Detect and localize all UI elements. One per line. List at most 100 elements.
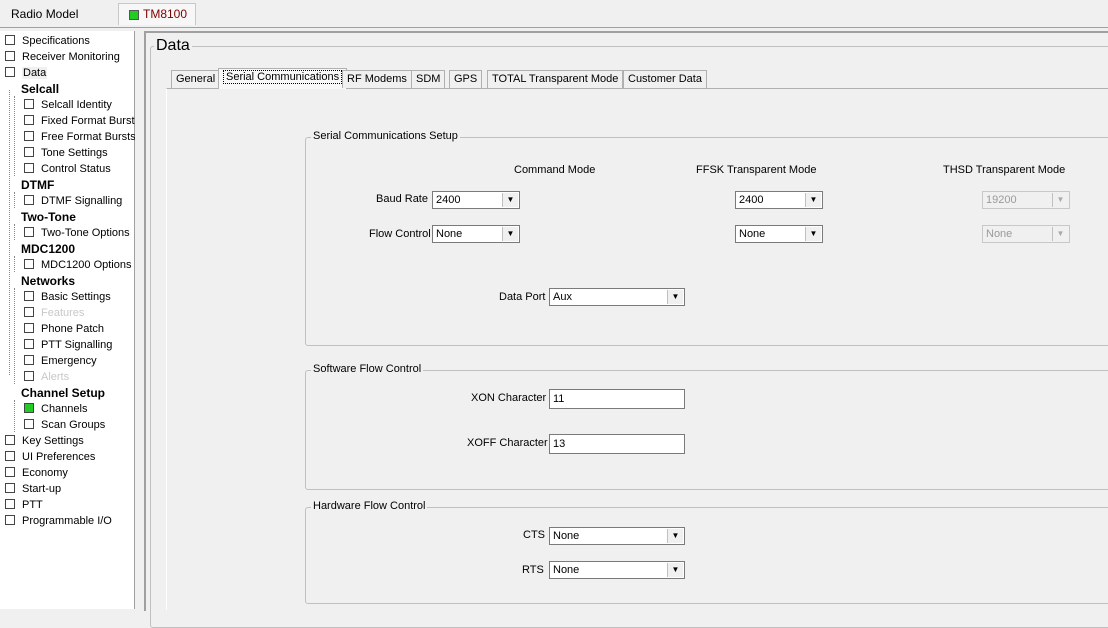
thsd-flow-control-select: None ▼ (982, 225, 1070, 243)
tree-item-mdc1200-options[interactable]: MDC1200 Options (24, 257, 132, 273)
label: Basic Settings (41, 291, 111, 303)
value: Aux (553, 291, 572, 303)
radio-tab-label: TM8100 (143, 7, 188, 21)
tree-item-phone-patch[interactable]: Phone Patch (24, 321, 104, 337)
checkbox-icon (24, 195, 34, 206)
hardware-flow-legend: Hardware Flow Control (311, 500, 428, 512)
tree-item-selcall-identity[interactable]: Selcall Identity (24, 97, 112, 113)
checkbox-icon (24, 307, 34, 318)
command-mode-header: Command Mode (514, 164, 596, 176)
radio-model-label: Radio Model (11, 7, 79, 21)
tree-group-networks[interactable]: Networks (21, 273, 75, 289)
tree-item-programmable-io[interactable]: Programmable I/O (5, 513, 112, 529)
tree-item-fixed-format-bursts[interactable]: Fixed Format Bursts (24, 113, 140, 129)
tree-item-data[interactable]: Data (5, 65, 48, 81)
label: Free Format Bursts (41, 131, 136, 143)
xoff-input[interactable]: 13 (549, 434, 685, 454)
checkbox-icon (24, 323, 34, 334)
tab-customer-data[interactable]: Customer Data (623, 70, 707, 88)
label: Data (22, 67, 48, 79)
data-port-select[interactable]: Aux ▼ (549, 288, 685, 306)
chevron-down-icon: ▼ (805, 227, 821, 241)
chevron-down-icon: ▼ (502, 227, 518, 241)
page-title: Data (154, 37, 192, 55)
baud-rate-label: Baud Rate (376, 193, 428, 205)
tree-group-channel-setup[interactable]: Channel Setup (21, 385, 105, 401)
tab-rf-modems[interactable]: RF Modems (342, 70, 412, 88)
cts-select[interactable]: None ▼ (549, 527, 685, 545)
xon-label: XON Character (471, 392, 547, 404)
tab-general[interactable]: General (171, 70, 221, 88)
tab-serial-communications[interactable]: Serial Communications (218, 68, 348, 89)
rts-select[interactable]: None ▼ (549, 561, 685, 579)
tree-item-control-status[interactable]: Control Status (24, 161, 111, 177)
checkbox-icon (5, 483, 15, 494)
tree-item-channels[interactable]: Channels (24, 401, 87, 417)
navigation-tree[interactable]: Specifications Receiver Monitoring Data … (0, 31, 140, 609)
tree-item-startup[interactable]: Start-up (5, 481, 61, 497)
value: 2400 (739, 194, 764, 206)
checkbox-icon (5, 67, 15, 78)
xoff-label: XOFF Character (467, 437, 548, 449)
value: None (739, 228, 766, 240)
checkbox-icon (5, 35, 15, 46)
tab-gps[interactable]: GPS (449, 70, 483, 88)
tree-group-selcall[interactable]: Selcall (21, 81, 59, 97)
checkbox-icon (24, 115, 34, 126)
tree-item-ui-preferences[interactable]: UI Preferences (5, 449, 95, 465)
tree-item-alerts: Alerts (24, 369, 69, 385)
label: Start-up (22, 483, 62, 495)
chevron-down-icon: ▼ (667, 290, 683, 304)
label: Emergency (41, 355, 97, 367)
tree-item-key-settings[interactable]: Key Settings (5, 433, 84, 449)
checkbox-icon (24, 227, 34, 238)
checkbox-checked-icon (24, 403, 34, 414)
checkbox-icon (24, 419, 34, 430)
tab-label: Serial Communications (223, 70, 343, 84)
tab-total-transparent-mode[interactable]: TOTAL Transparent Mode (487, 70, 624, 88)
tree-item-emergency[interactable]: Emergency (24, 353, 97, 369)
tree-item-specifications[interactable]: Specifications (5, 33, 90, 49)
thsd-mode-header: THSD Transparent Mode (943, 164, 1066, 176)
tree-group-two-tone[interactable]: Two-Tone (21, 209, 76, 225)
checkbox-icon (24, 371, 34, 382)
chevron-down-icon: ▼ (1052, 227, 1068, 241)
checkbox-icon (5, 467, 15, 478)
label: PTT Signalling (41, 339, 113, 351)
xon-input[interactable]: 11 (549, 389, 685, 409)
tab-sdm[interactable]: SDM (411, 70, 446, 88)
checkbox-icon (24, 147, 34, 158)
tree-group-mdc1200[interactable]: MDC1200 (21, 241, 75, 257)
label: Selcall Identity (41, 99, 112, 111)
label: Scan Groups (41, 419, 106, 431)
tree-item-economy[interactable]: Economy (5, 465, 68, 481)
tree-item-ptt[interactable]: PTT (5, 497, 43, 513)
value: None (436, 228, 463, 240)
tree-group-dtmf[interactable]: DTMF (21, 177, 54, 193)
tree-item-dtmf-signalling[interactable]: DTMF Signalling (24, 193, 122, 209)
tree-item-basic-settings[interactable]: Basic Settings (24, 289, 111, 305)
label: Tone Settings (41, 147, 108, 159)
tree-item-receiver-monitoring[interactable]: Receiver Monitoring (5, 49, 120, 65)
ffsk-flow-control-select[interactable]: None ▼ (735, 225, 823, 243)
tree-item-ptt-signalling[interactable]: PTT Signalling (24, 337, 112, 353)
tree-item-free-format-bursts[interactable]: Free Format Bursts (24, 129, 136, 145)
ffsk-baud-rate-select[interactable]: 2400 ▼ (735, 191, 823, 209)
tree-item-two-tone-options[interactable]: Two-Tone Options (24, 225, 130, 241)
checkbox-icon (24, 131, 34, 142)
tree-item-tone-settings[interactable]: Tone Settings (24, 145, 108, 161)
tree-item-features: Features (24, 305, 84, 321)
flow-control-label: Flow Control (369, 228, 431, 240)
splitter[interactable] (135, 31, 144, 609)
tree-item-scan-groups[interactable]: Scan Groups (24, 417, 105, 433)
label: MDC1200 Options (41, 259, 132, 271)
checkbox-icon (24, 163, 34, 174)
command-flow-control-select[interactable]: None ▼ (432, 225, 520, 243)
command-baud-rate-select[interactable]: 2400 ▼ (432, 191, 520, 209)
thsd-baud-rate-select: 19200 ▼ (982, 191, 1070, 209)
top-bar: Radio Model TM8100 (0, 0, 1108, 28)
checkbox-icon (24, 259, 34, 270)
radio-tab-tm8100[interactable]: TM8100 (118, 3, 196, 25)
label: Two-Tone Options (41, 227, 130, 239)
checkbox-icon (24, 291, 34, 302)
